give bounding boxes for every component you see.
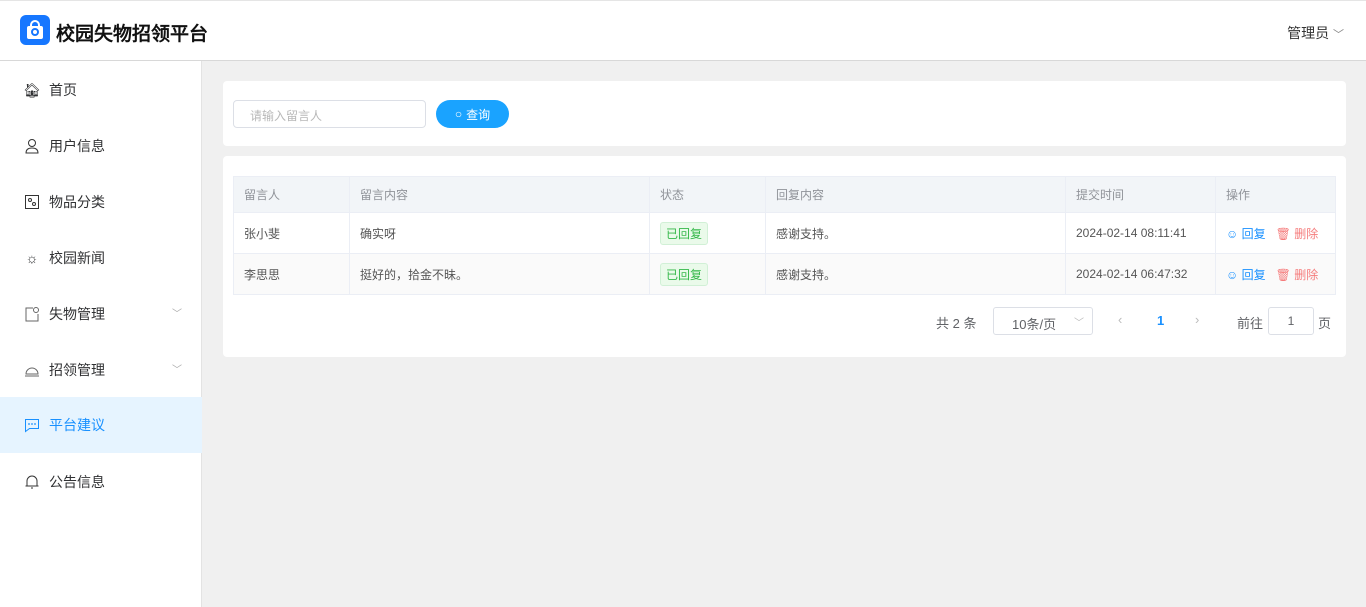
cell-reply: 感谢支持。 bbox=[765, 253, 1066, 295]
sidebar-item-lost[interactable]: 失物管理 ﹀ bbox=[0, 286, 202, 342]
sidebar-item-label: 招领管理 bbox=[49, 362, 105, 378]
chevron-down-icon: ﹀ bbox=[172, 365, 182, 376]
user-menu[interactable]: 管理员 ﹀ bbox=[1287, 23, 1344, 43]
table-row: 李思思 挺好的，拾金不昧。 已回复 感谢支持。 2024-02-14 06:47… bbox=[233, 253, 1336, 295]
category-icon bbox=[24, 194, 40, 210]
user-icon bbox=[24, 138, 40, 154]
cell-name: 张小斐 bbox=[233, 212, 350, 254]
search-button[interactable]: ○ 查询 bbox=[436, 100, 509, 128]
sidebar-item-label: 用户信息 bbox=[49, 138, 105, 154]
cell-reply: 感谢支持。 bbox=[765, 212, 1066, 254]
cell-status: 已回复 bbox=[649, 253, 766, 295]
sidebar-item-users[interactable]: 用户信息 bbox=[0, 118, 202, 174]
search-input[interactable]: 请输入留言人 bbox=[233, 100, 426, 128]
search-icon: ○ bbox=[454, 107, 463, 121]
next-page-button[interactable]: › bbox=[1195, 312, 1199, 327]
status-badge: 已回复 bbox=[660, 221, 709, 245]
sidebar-item-label: 公告信息 bbox=[49, 474, 105, 490]
column-header: 回复内容 bbox=[765, 176, 1066, 213]
reply-label: 回复 bbox=[1241, 267, 1266, 282]
sidebar-item-label: 失物管理 bbox=[49, 306, 105, 322]
sidebar: 🏠︎ 首页 用户信息 物品分类 ☼ 校园新闻 失物管理 ﹀ 招领管理 ﹀ 平台建议 公告… bbox=[0, 61, 202, 607]
table-header: 留言人 留言内容 状态 回复内容 提交时间 操作 bbox=[233, 176, 1336, 213]
cell-actions: ☺ 回复 🗑︎ 删除 bbox=[1215, 212, 1336, 254]
trash-icon: 🗑︎ bbox=[1275, 267, 1291, 282]
column-header: 状态 bbox=[649, 176, 766, 213]
delete-label: 删除 bbox=[1294, 267, 1319, 282]
delete-button[interactable]: 🗑︎ 删除 bbox=[1276, 268, 1319, 282]
sidebar-item-suggestions[interactable]: 平台建议 bbox=[0, 397, 202, 453]
sidebar-item-categories[interactable]: 物品分类 bbox=[0, 174, 202, 230]
table-row: 张小斐 确实呀 已回复 感谢支持。 2024-02-14 08:11:41 ☺ … bbox=[233, 212, 1336, 254]
cell-content: 确实呀 bbox=[349, 212, 650, 254]
column-header: 提交时间 bbox=[1065, 176, 1216, 213]
chevron-down-icon: ﹀ bbox=[172, 309, 182, 320]
chat-icon: ☺ bbox=[1226, 226, 1239, 241]
cell-status: 已回复 bbox=[649, 212, 766, 254]
goto-page-input[interactable]: 1 bbox=[1268, 307, 1314, 335]
reply-button[interactable]: ☺ 回复 bbox=[1226, 268, 1266, 282]
column-header: 留言人 bbox=[233, 176, 350, 213]
page-size-select[interactable]: 10条/页 ﹀ bbox=[993, 307, 1093, 335]
reply-label: 回复 bbox=[1241, 226, 1266, 241]
home-icon: 🏠︎ bbox=[23, 81, 41, 98]
cell-content: 挺好的，拾金不昧。 bbox=[349, 253, 650, 295]
reply-button[interactable]: ☺ 回复 bbox=[1226, 227, 1266, 241]
sidebar-item-news[interactable]: ☼ 校园新闻 bbox=[0, 230, 202, 286]
table-card: 留言人 留言内容 状态 回复内容 提交时间 操作 张小斐 确实呀 已回复 感谢支… bbox=[223, 156, 1346, 357]
sidebar-item-label: 物品分类 bbox=[49, 194, 105, 210]
sidebar-item-label: 校园新闻 bbox=[49, 250, 105, 266]
column-header: 留言内容 bbox=[349, 176, 650, 213]
sidebar-item-notices[interactable]: 公告信息 bbox=[0, 454, 202, 510]
search-card: 请输入留言人 ○ 查询 bbox=[223, 81, 1346, 146]
delete-label: 删除 bbox=[1294, 226, 1319, 241]
pagination-total: 共 2 条 bbox=[936, 316, 977, 331]
sun-icon: ☼ bbox=[25, 250, 39, 266]
lost-item-icon bbox=[24, 306, 40, 322]
goto-suffix: 页 bbox=[1318, 316, 1332, 331]
column-header: 操作 bbox=[1215, 176, 1336, 213]
page-size-value: 10条/页 bbox=[1012, 317, 1057, 332]
app-title: 校园失物招领平台 bbox=[56, 24, 209, 45]
prev-page-button[interactable]: ‹ bbox=[1118, 312, 1122, 327]
status-badge: 已回复 bbox=[660, 262, 709, 286]
sidebar-item-label: 首页 bbox=[49, 82, 77, 98]
cell-name: 李思思 bbox=[233, 253, 350, 295]
chevron-down-icon: ﹀ bbox=[1333, 29, 1344, 41]
logo-icon bbox=[20, 15, 50, 45]
chevron-down-icon: ﹀ bbox=[1074, 318, 1084, 329]
sidebar-item-found[interactable]: 招领管理 ﹀ bbox=[0, 342, 202, 398]
top-header: 校园失物招领平台 管理员 ﹀ bbox=[0, 0, 1366, 61]
cell-time: 2024-02-14 06:47:32 bbox=[1065, 253, 1216, 295]
bell-icon bbox=[24, 474, 40, 490]
sidebar-item-home[interactable]: 🏠︎ 首页 bbox=[0, 62, 202, 118]
sidebar-item-label: 平台建议 bbox=[49, 417, 105, 433]
trash-icon: 🗑︎ bbox=[1275, 226, 1291, 241]
cell-actions: ☺ 回复 🗑︎ 删除 bbox=[1215, 253, 1336, 295]
delete-button[interactable]: 🗑︎ 删除 bbox=[1276, 227, 1319, 241]
chat-icon bbox=[24, 417, 40, 433]
chat-icon: ☺ bbox=[1226, 267, 1239, 282]
cell-time: 2024-02-14 08:11:41 bbox=[1065, 212, 1216, 254]
search-button-label: 查询 bbox=[466, 107, 491, 122]
page-number[interactable]: 1 bbox=[1157, 313, 1164, 328]
suggestions-table: 留言人 留言内容 状态 回复内容 提交时间 操作 张小斐 确实呀 已回复 感谢支… bbox=[233, 176, 1336, 295]
goto-label: 前往 bbox=[1237, 316, 1264, 331]
user-name: 管理员 bbox=[1287, 25, 1330, 41]
bell-icon bbox=[24, 362, 40, 378]
